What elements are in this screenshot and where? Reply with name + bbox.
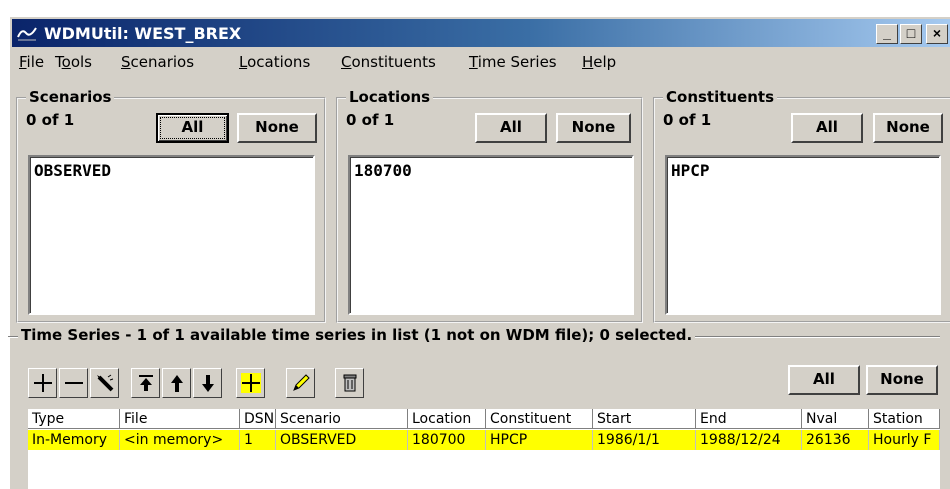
add-icon[interactable] (28, 368, 57, 398)
list-item[interactable]: 180700 (354, 161, 412, 180)
locations-all-button[interactable]: All (475, 113, 547, 143)
menu-time-series[interactable]: Time Series (469, 53, 557, 71)
select-all-icon[interactable] (236, 368, 265, 398)
menu-tools[interactable]: Tools (55, 53, 92, 71)
cell-station: Hourly F (869, 430, 940, 450)
locations-title: Locations (346, 88, 434, 106)
maximize-button[interactable]: □ (900, 24, 922, 44)
timeseries-grid[interactable]: Type File DSN Scenario Location Constitu… (28, 409, 940, 489)
locations-listbox[interactable]: 180700 (348, 155, 634, 315)
clear-icon[interactable] (90, 368, 119, 398)
menu-constituents[interactable]: Constituents (341, 53, 436, 71)
edit-icon[interactable] (286, 368, 315, 398)
move-up-icon[interactable] (162, 368, 191, 398)
column-header-start[interactable]: Start (593, 409, 696, 429)
app-icon (17, 27, 37, 41)
move-top-icon[interactable] (131, 368, 160, 398)
scenarios-listbox[interactable]: OBSERVED (28, 155, 315, 315)
table-row[interactable]: In-Memory <in memory> 1 OBSERVED 180700 … (28, 430, 940, 450)
cell-nval: 26136 (802, 430, 869, 450)
window-title: WDMUtil: WEST_BREX (44, 24, 242, 43)
constituents-all-button[interactable]: All (791, 113, 863, 143)
minimize-button[interactable]: _ (876, 24, 898, 44)
cell-constituent: HPCP (486, 430, 593, 450)
locations-none-button[interactable]: None (556, 113, 631, 143)
scenarios-none-button[interactable]: None (237, 113, 317, 143)
title-bar[interactable]: WDMUtil: WEST_BREX _ □ × (12, 19, 950, 47)
list-item[interactable]: HPCP (671, 161, 710, 180)
column-header-constituent[interactable]: Constituent (486, 409, 593, 429)
cell-start: 1986/1/1 (593, 430, 696, 450)
remove-icon[interactable] (59, 368, 88, 398)
constituents-none-button[interactable]: None (873, 113, 943, 143)
menu-scenarios[interactable]: Scenarios (121, 53, 194, 71)
scenarios-all-button[interactable]: All (156, 113, 229, 143)
locations-count: 0 of 1 (346, 111, 395, 129)
column-header-station[interactable]: Station (869, 409, 940, 429)
timeseries-title: Time Series - 1 of 1 available time seri… (18, 326, 696, 344)
cell-location: 180700 (408, 430, 486, 450)
constituents-title: Constituents (663, 88, 778, 106)
timeseries-none-button[interactable]: None (866, 365, 938, 395)
move-down-icon[interactable] (193, 368, 222, 398)
column-header-end[interactable]: End (696, 409, 802, 429)
column-header-type[interactable]: Type (28, 409, 120, 429)
locations-group: Locations 0 of 1 All None 180700 (336, 88, 643, 323)
scenarios-count: 0 of 1 (26, 111, 75, 129)
close-button[interactable]: × (926, 24, 948, 44)
cell-type: In-Memory (28, 430, 120, 450)
cell-dsn: 1 (240, 430, 276, 450)
menu-locations[interactable]: Locations (239, 53, 310, 71)
cell-scenario: OBSERVED (276, 430, 408, 450)
timeseries-all-button[interactable]: All (788, 365, 860, 395)
scenarios-group: Scenarios 0 of 1 All None OBSERVED (16, 88, 326, 323)
scenarios-title: Scenarios (26, 88, 115, 106)
menu-file[interactable]: File (19, 53, 44, 71)
cell-file: <in memory> (120, 430, 240, 450)
cell-end: 1988/12/24 (696, 430, 802, 450)
column-header-scenario[interactable]: Scenario (276, 409, 408, 429)
constituents-count: 0 of 1 (663, 111, 712, 129)
list-item[interactable]: OBSERVED (34, 161, 111, 180)
constituents-group: Constituents 0 of 1 All None HPCP (653, 88, 950, 323)
column-header-dsn[interactable]: DSN (240, 409, 276, 429)
menu-help[interactable]: Help (582, 53, 616, 71)
column-header-file[interactable]: File (120, 409, 240, 429)
column-header-location[interactable]: Location (408, 409, 486, 429)
constituents-listbox[interactable]: HPCP (665, 155, 941, 315)
delete-icon[interactable] (335, 368, 364, 398)
column-header-nval[interactable]: Nval (802, 409, 869, 429)
